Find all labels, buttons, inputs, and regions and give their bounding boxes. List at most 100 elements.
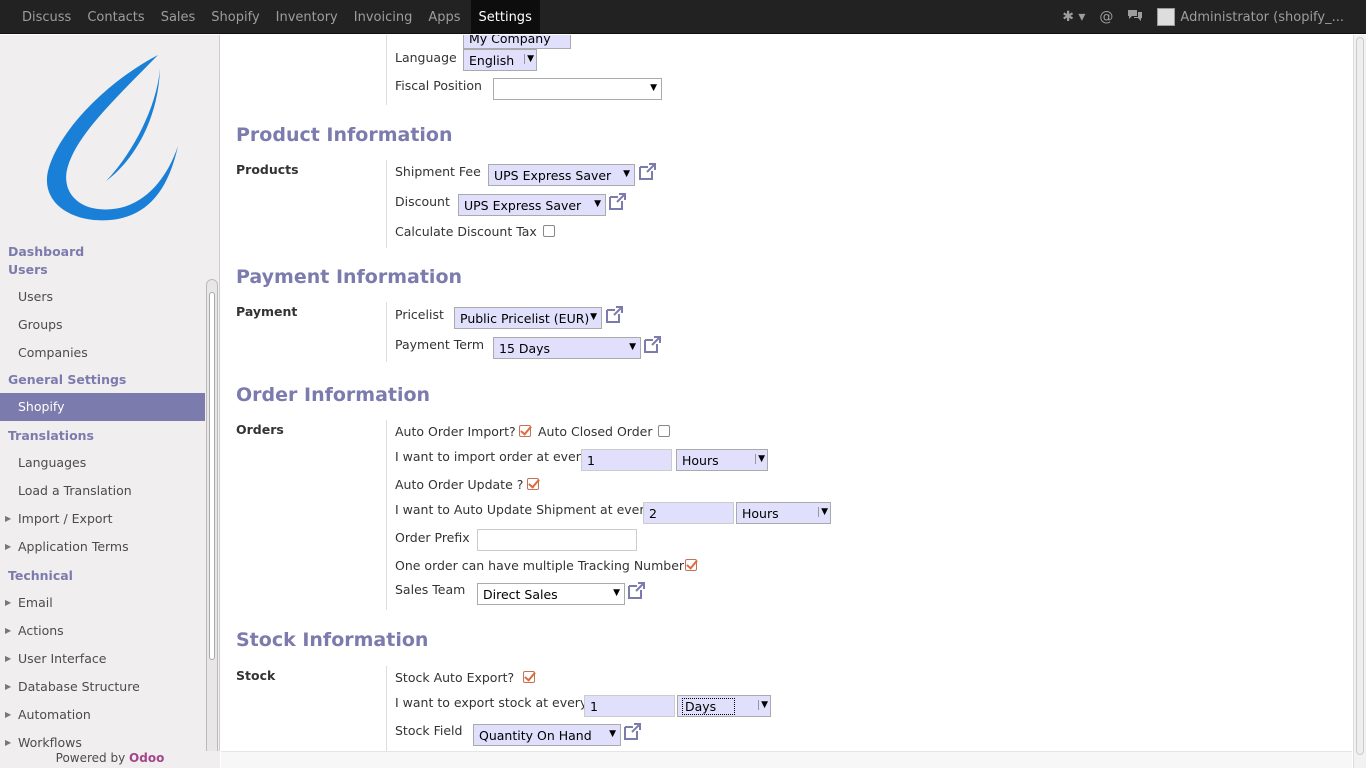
main-scrollbar-thumb[interactable]: [1356, 37, 1364, 755]
external-link-icon[interactable]: [637, 162, 657, 182]
sidebar-item-label: Database Structure: [18, 679, 140, 694]
form-footer: [221, 751, 1352, 768]
sales-team-select[interactable]: Direct Sales ▼: [477, 583, 625, 605]
fiscal-position-select[interactable]: ▼: [493, 78, 662, 100]
sidebar-item-companies[interactable]: Companies: [0, 339, 205, 367]
menu-settings[interactable]: Settings: [470, 0, 540, 34]
sidebar-item-user-interface[interactable]: ▶ User Interface: [0, 645, 205, 673]
stock-field-label: Stock Field: [395, 723, 463, 738]
sidebar-item-label: Email: [18, 595, 53, 610]
external-link-icon[interactable]: [622, 722, 642, 742]
sidebar-item-label: Application Terms: [18, 539, 129, 554]
export-every-unit-select[interactable]: Days ▼: [677, 695, 771, 717]
external-link-icon[interactable]: [642, 335, 662, 355]
sidebar-item-users[interactable]: Users: [0, 283, 205, 311]
calculate-discount-tax-checkbox[interactable]: [543, 225, 555, 237]
sidebar-item-groups[interactable]: Groups: [0, 311, 205, 339]
auto-order-update-label: Auto Order Update ?: [395, 477, 524, 492]
sidebar-item-actions[interactable]: ▶ Actions: [0, 617, 205, 645]
external-link-icon[interactable]: [604, 305, 624, 325]
chevron-down-icon: ▼: [590, 312, 597, 322]
update-every-label: I want to Auto Update Shipment at every: [395, 502, 652, 517]
sidebar: Dashboard Users Users Groups Companies G…: [0, 35, 220, 768]
auto-order-import-checkbox[interactable]: [519, 425, 531, 437]
export-every-unit-value: Days: [681, 698, 736, 715]
sidebar-item-shopify[interactable]: Shopify: [0, 393, 205, 421]
payment-term-select[interactable]: 15 Days ▼: [493, 337, 641, 359]
caret-right-icon: ▶: [5, 542, 12, 551]
menu-sales[interactable]: Sales: [153, 0, 204, 34]
order-section-title: Order Information: [236, 384, 431, 406]
chevron-down-icon: ▼: [613, 588, 620, 598]
shipment-fee-select[interactable]: UPS Express Saver ▼: [488, 164, 635, 186]
order-prefix-input[interactable]: [477, 529, 637, 551]
update-every-unit-value: Hours: [742, 506, 779, 521]
discount-value: UPS Express Saver: [464, 198, 582, 213]
export-every-input[interactable]: 1: [584, 695, 675, 717]
sidebar-item-application-terms[interactable]: ▶ Application Terms: [0, 533, 205, 561]
payment-group-label: Payment: [236, 304, 298, 319]
sidebar-scrollbar-thumb[interactable]: [209, 292, 215, 660]
sidebar-section-dashboard[interactable]: Dashboard: [0, 243, 205, 261]
menu-shopify[interactable]: Shopify: [203, 0, 267, 34]
sidebar-item-email[interactable]: ▶ Email: [0, 589, 205, 617]
caret-right-icon: ▶: [5, 710, 12, 719]
chevron-down-icon: ▼: [758, 700, 768, 710]
main-scrollbar[interactable]: [1353, 35, 1366, 768]
sidebar-item-label: Actions: [18, 623, 64, 638]
import-every-unit-select[interactable]: Hours ▼: [676, 449, 768, 471]
auto-order-import-label: Auto Order Import?: [395, 424, 516, 439]
company-select[interactable]: My Company: [463, 35, 571, 49]
sidebar-item-database-structure[interactable]: ▶ Database Structure: [0, 673, 205, 701]
import-every-input[interactable]: 1: [581, 449, 672, 471]
auto-closed-order-checkbox[interactable]: [658, 425, 670, 437]
multi-tracking-checkbox[interactable]: [685, 559, 697, 571]
debug-bug-icon[interactable]: ✱ ▾: [1062, 9, 1085, 25]
sidebar-item-languages[interactable]: Languages: [0, 449, 205, 477]
sidebar-item-import-export[interactable]: ▶ Import / Export: [0, 505, 205, 533]
pricelist-value: Public Pricelist (EUR): [460, 311, 590, 326]
external-link-icon[interactable]: [607, 192, 627, 212]
auto-order-update-checkbox[interactable]: [527, 478, 539, 490]
sidebar-item-automation[interactable]: ▶ Automation: [0, 701, 205, 729]
sidebar-section-translations: Translations: [8, 428, 94, 443]
user-name: Administrator (shopify_...: [1180, 9, 1344, 25]
update-every-unit-select[interactable]: Hours ▼: [736, 502, 831, 524]
menu-apps[interactable]: Apps: [420, 0, 468, 34]
language-label: Language: [395, 50, 457, 65]
stock-field-select[interactable]: Quantity On Hand ▼: [473, 724, 621, 746]
menu-invoicing[interactable]: Invoicing: [346, 0, 421, 34]
orders-group-label: Orders: [236, 422, 284, 437]
external-link-icon[interactable]: [626, 581, 646, 601]
discount-select[interactable]: UPS Express Saver ▼: [458, 194, 606, 216]
divider: [386, 666, 387, 756]
products-group-label: Products: [236, 162, 299, 177]
payment-term-value: 15 Days: [499, 341, 551, 356]
sidebar-scrollbar[interactable]: [206, 279, 218, 768]
menu-contacts[interactable]: Contacts: [79, 0, 152, 34]
stock-group-label: Stock: [236, 668, 276, 683]
sidebar-nav: Dashboard Users Users Groups Companies G…: [0, 243, 205, 757]
update-every-input[interactable]: 2: [643, 502, 734, 524]
user-menu[interactable]: Administrator (shopify_...: [1157, 8, 1344, 26]
sidebar-section-users: Users: [8, 262, 48, 277]
language-select[interactable]: English ▼: [463, 49, 537, 71]
menu-inventory[interactable]: Inventory: [268, 0, 346, 34]
pricelist-select[interactable]: Public Pricelist (EUR) ▼: [454, 307, 602, 329]
calculate-discount-tax-label: Calculate Discount Tax: [395, 224, 537, 239]
chevron-down-icon: ▼: [623, 169, 630, 179]
auto-closed-order-label: Auto Closed Order: [538, 424, 653, 439]
odoo-link[interactable]: Odoo: [129, 751, 164, 765]
chat-bubbles-icon[interactable]: [1127, 8, 1143, 26]
divider: [386, 35, 387, 105]
chevron-down-icon: ▼: [755, 454, 765, 464]
menu-discuss[interactable]: Discuss: [14, 0, 79, 34]
import-every-label: I want to import order at every: [395, 449, 589, 464]
stock-auto-export-checkbox[interactable]: [523, 671, 535, 683]
divider: [386, 160, 387, 248]
discount-label: Discount: [395, 194, 450, 209]
chevron-down-icon: ▼: [818, 507, 828, 517]
at-mention-icon[interactable]: @: [1099, 9, 1113, 25]
powered-by-text: Powered by: [55, 751, 126, 765]
sidebar-item-load-translation[interactable]: Load a Translation: [0, 477, 205, 505]
